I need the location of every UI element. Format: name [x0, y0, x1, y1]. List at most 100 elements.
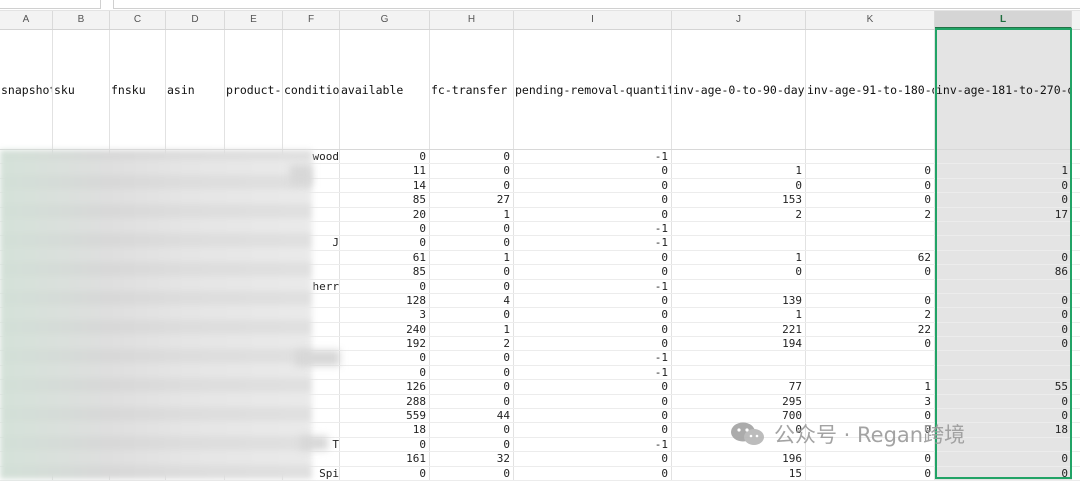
- cell-j[interactable]: [672, 236, 806, 250]
- cell-j[interactable]: 139: [672, 293, 806, 308]
- cell-g[interactable]: 559: [340, 409, 430, 423]
- cell-i[interactable]: 0: [514, 265, 672, 279]
- cell-k[interactable]: 0: [806, 293, 935, 308]
- cell-l[interactable]: 0: [935, 308, 1072, 322]
- header-cell-i[interactable]: pending-removal-quantity: [514, 30, 672, 149]
- cell-h[interactable]: 2: [430, 337, 514, 351]
- cell-h[interactable]: 0: [430, 466, 514, 480]
- cell-g[interactable]: 240: [340, 322, 430, 337]
- column-header-b[interactable]: B: [53, 11, 110, 29]
- cell-l[interactable]: 17: [935, 207, 1072, 221]
- cell-g[interactable]: 192: [340, 337, 430, 351]
- cell-g[interactable]: 0: [340, 279, 430, 293]
- header-cell-f[interactable]: conditior: [283, 30, 340, 149]
- cell-l[interactable]: [935, 365, 1072, 380]
- cell-i[interactable]: 0: [514, 308, 672, 322]
- cell-h[interactable]: 1: [430, 250, 514, 265]
- cell-i[interactable]: -1: [514, 437, 672, 452]
- cell-h[interactable]: 0: [430, 423, 514, 437]
- cell-l[interactable]: 55: [935, 380, 1072, 394]
- cell-l[interactable]: 0: [935, 293, 1072, 308]
- cell-h[interactable]: 0: [430, 351, 514, 365]
- cell-l[interactable]: [935, 279, 1072, 293]
- column-header-c[interactable]: C: [110, 11, 166, 29]
- cell-j[interactable]: [672, 279, 806, 293]
- cell-l[interactable]: 1: [935, 164, 1072, 178]
- cell-h[interactable]: 0: [430, 394, 514, 409]
- cell-j[interactable]: 295: [672, 394, 806, 409]
- cell-k[interactable]: 0: [806, 193, 935, 207]
- cell-l[interactable]: [935, 221, 1072, 236]
- cell-h[interactable]: 1: [430, 322, 514, 337]
- cell-k[interactable]: [806, 150, 935, 164]
- cell-i[interactable]: -1: [514, 221, 672, 236]
- cell-j[interactable]: 2: [672, 207, 806, 221]
- name-box[interactable]: [0, 0, 101, 9]
- header-cell-a[interactable]: snapshot-: [0, 30, 53, 149]
- cell-k[interactable]: 0: [806, 337, 935, 351]
- cell-l[interactable]: 0: [935, 337, 1072, 351]
- cell-k[interactable]: 2: [806, 207, 935, 221]
- cell-l[interactable]: [935, 351, 1072, 365]
- column-header-e[interactable]: E: [225, 11, 283, 29]
- cell-i[interactable]: 0: [514, 207, 672, 221]
- cell-g[interactable]: 0: [340, 221, 430, 236]
- cell-l[interactable]: [935, 236, 1072, 250]
- cell-j[interactable]: [672, 365, 806, 380]
- cell-g[interactable]: 126: [340, 380, 430, 394]
- cell-k[interactable]: 1: [806, 380, 935, 394]
- cell-g[interactable]: 3: [340, 308, 430, 322]
- cell-g[interactable]: 11: [340, 164, 430, 178]
- cell-g[interactable]: 0: [340, 437, 430, 452]
- cell-h[interactable]: 0: [430, 380, 514, 394]
- cell-g[interactable]: 288: [340, 394, 430, 409]
- cell-h[interactable]: 0: [430, 437, 514, 452]
- cell-k[interactable]: 0: [806, 466, 935, 480]
- cell-g[interactable]: 14: [340, 178, 430, 193]
- cell-j[interactable]: [672, 150, 806, 164]
- header-cell-b[interactable]: sku: [53, 30, 110, 149]
- cell-i[interactable]: 0: [514, 452, 672, 466]
- cell-g[interactable]: 61: [340, 250, 430, 265]
- cell-k[interactable]: 2: [806, 308, 935, 322]
- cell-j[interactable]: 15: [672, 466, 806, 480]
- cell-i[interactable]: 0: [514, 337, 672, 351]
- cell-h[interactable]: 0: [430, 279, 514, 293]
- cell-k[interactable]: [806, 365, 935, 380]
- header-cell-c[interactable]: fnsku: [110, 30, 166, 149]
- cell-k[interactable]: 0: [806, 452, 935, 466]
- cell-j[interactable]: 153: [672, 193, 806, 207]
- cell-l[interactable]: 0: [935, 193, 1072, 207]
- cell-j[interactable]: 1: [672, 308, 806, 322]
- column-header-l[interactable]: L: [935, 11, 1072, 29]
- cell-j[interactable]: 221: [672, 322, 806, 337]
- cell-h[interactable]: 0: [430, 150, 514, 164]
- header-cell-d[interactable]: asin: [166, 30, 225, 149]
- cell-l[interactable]: 0: [935, 322, 1072, 337]
- cell-i[interactable]: -1: [514, 365, 672, 380]
- cell-j[interactable]: 1: [672, 164, 806, 178]
- cell-j[interactable]: [672, 221, 806, 236]
- header-cell-l[interactable]: inv-age-181-to-270-da: [935, 30, 1072, 149]
- cell-j[interactable]: 194: [672, 337, 806, 351]
- cell-i[interactable]: 0: [514, 250, 672, 265]
- cell-i[interactable]: 0: [514, 409, 672, 423]
- cell-g[interactable]: 0: [340, 150, 430, 164]
- cell-i[interactable]: -1: [514, 279, 672, 293]
- cell-j[interactable]: [672, 351, 806, 365]
- cell-j[interactable]: 196: [672, 452, 806, 466]
- cell-g[interactable]: 0: [340, 466, 430, 480]
- header-cell-g[interactable]: available: [340, 30, 430, 149]
- cell-l[interactable]: 86: [935, 265, 1072, 279]
- column-header-d[interactable]: D: [166, 11, 225, 29]
- column-header-g[interactable]: G: [340, 11, 430, 29]
- cell-l[interactable]: 0: [935, 250, 1072, 265]
- cell-l[interactable]: 0: [935, 466, 1072, 480]
- column-header-k[interactable]: K: [806, 11, 935, 29]
- header-cell-j[interactable]: inv-age-0-to-90-days: [672, 30, 806, 149]
- column-header-i[interactable]: I: [514, 11, 672, 29]
- cell-g[interactable]: 85: [340, 193, 430, 207]
- cell-k[interactable]: 3: [806, 394, 935, 409]
- cell-g[interactable]: 85: [340, 265, 430, 279]
- cell-l[interactable]: 0: [935, 394, 1072, 409]
